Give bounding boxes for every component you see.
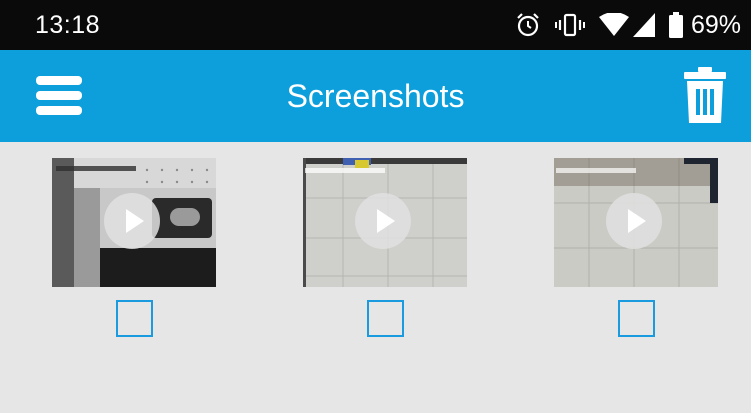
status-icons: 69% — [515, 11, 741, 40]
screenshot-checkbox[interactable] — [367, 300, 404, 337]
status-time: 13:18 — [35, 10, 101, 39]
page-title: Screenshots — [286, 78, 465, 114]
screenshot-checkbox[interactable] — [116, 300, 153, 337]
screenshot-thumbnail[interactable] — [554, 158, 718, 287]
screenshot-thumbnail[interactable] — [52, 158, 216, 287]
app-bar: Screenshots — [0, 50, 751, 142]
trash-icon[interactable] — [684, 67, 726, 123]
play-icon — [606, 193, 662, 249]
play-icon — [355, 193, 411, 249]
battery-percent: 69% — [690, 10, 741, 39]
play-icon — [104, 193, 160, 249]
wifi-icon — [598, 13, 629, 36]
vibrate-icon — [554, 13, 585, 37]
status-bar: 13:18 69% — [0, 0, 751, 50]
screenshot-thumbnail[interactable] — [303, 158, 467, 287]
cellular-signal-icon — [632, 13, 655, 37]
battery-icon — [668, 12, 683, 38]
screenshot-checkbox[interactable] — [618, 300, 655, 337]
screenshot-grid — [0, 142, 751, 413]
alarm-icon — [517, 13, 539, 37]
